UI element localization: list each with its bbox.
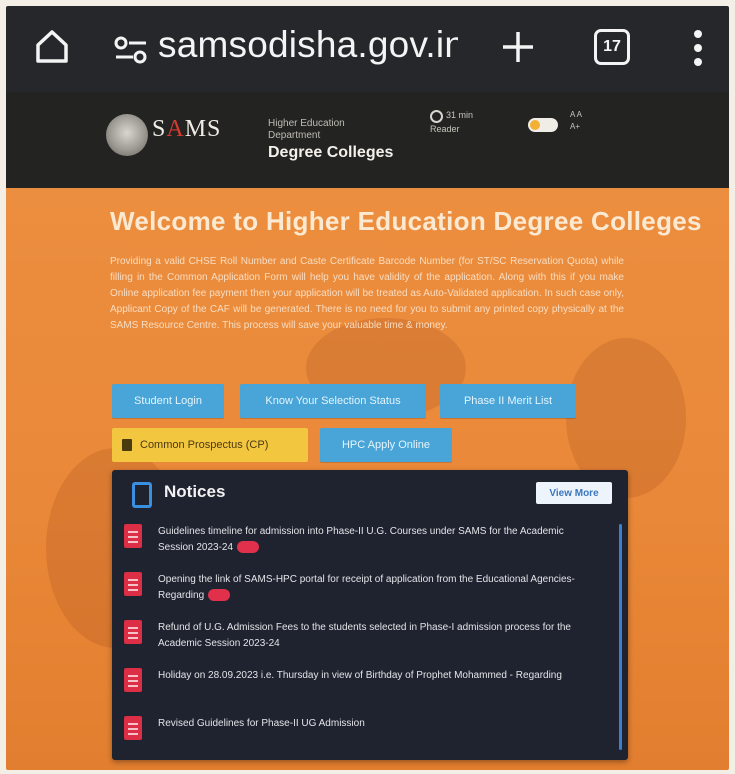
font-size-controls[interactable]: A A [570, 110, 582, 119]
notices-scrollbar[interactable] [619, 524, 622, 750]
department-label: Higher Education [268, 118, 345, 129]
student-login-button[interactable]: Student Login [112, 384, 224, 418]
prospectus-button-label: Common Prospectus (CP) [140, 439, 269, 451]
timer-icon [430, 110, 443, 123]
notices-icon [132, 482, 152, 508]
notice-link[interactable]: Guidelines timeline for admission into P… [158, 524, 594, 556]
department-label-2: Department [268, 130, 321, 141]
site-settings-icon[interactable] [114, 36, 148, 64]
notice-link[interactable]: Revised Guidelines for Phase-II UG Admis… [158, 716, 594, 732]
notice-link[interactable]: Opening the link of SAMS-HPC portal for … [158, 572, 594, 604]
site-header: SAMS Higher Education Department Degree … [6, 92, 729, 188]
toggle-knob [530, 120, 540, 130]
portal-title: Degree Colleges [268, 144, 394, 161]
notice-link[interactable]: Holiday on 28.09.2023 i.e. Thursday in v… [158, 668, 594, 684]
address-bar[interactable]: samsodisha.gov.in/De [158, 24, 458, 66]
font-size-increase[interactable]: A+ [570, 122, 580, 131]
theme-toggle[interactable] [528, 118, 558, 132]
new-badge [208, 589, 231, 602]
notice-link[interactable]: Refund of U.G. Admission Fees to the stu… [158, 620, 594, 652]
pdf-icon [124, 716, 142, 740]
more-icon[interactable] [692, 28, 704, 68]
timer-label: 31 min [446, 110, 474, 120]
selection-status-button[interactable]: Know Your Selection Status [240, 384, 426, 418]
prospectus-button[interactable]: Common Prospectus (CP) [112, 428, 308, 462]
book-icon [122, 439, 132, 451]
pdf-icon [124, 620, 142, 644]
pdf-icon [124, 524, 142, 548]
pdf-icon [124, 668, 142, 692]
main-banner: Welcome to Higher Education Degree Colle… [6, 188, 729, 770]
view-more-button[interactable]: View More [536, 482, 612, 504]
welcome-heading: Welcome to Higher Education Degree Colle… [110, 206, 702, 236]
notices-panel: Notices View More Guidelines timeline fo… [112, 470, 628, 760]
tab-switcher-button[interactable]: 17 [594, 29, 630, 65]
browser-toolbar: samsodisha.gov.in/De 17 [6, 6, 729, 92]
plus-icon[interactable] [500, 29, 536, 65]
merit-list-button[interactable]: Phase II Merit List [440, 384, 576, 418]
hpc-apply-button[interactable]: HPC Apply Online [320, 428, 452, 462]
new-badge [237, 541, 260, 554]
emblem-icon [106, 114, 148, 156]
intro-paragraph: Providing a valid CHSE Roll Number and C… [110, 256, 624, 331]
screen: samsodisha.gov.in/De 17 SAMS Higher Educ… [6, 6, 729, 770]
notices-title: Notices [164, 482, 226, 501]
site-logo[interactable]: SAMS [152, 116, 221, 143]
reader-label[interactable]: Reader [430, 124, 460, 134]
pdf-icon [124, 572, 142, 596]
home-icon[interactable] [32, 26, 72, 66]
